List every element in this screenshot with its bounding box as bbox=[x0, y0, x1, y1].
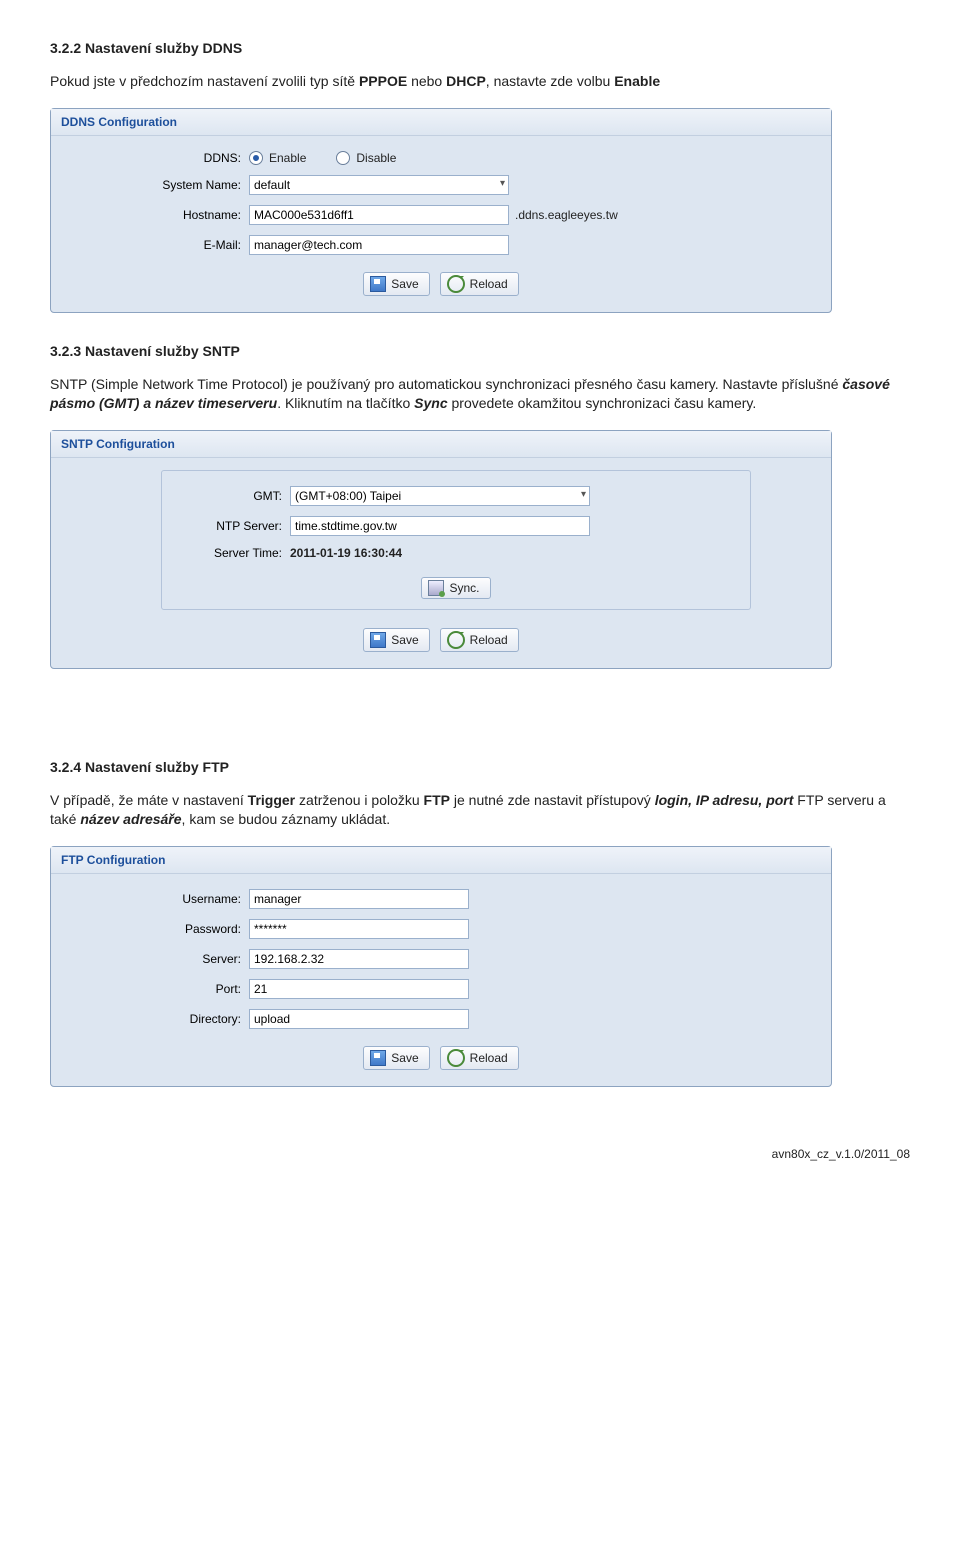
save-button[interactable]: Save bbox=[363, 1046, 429, 1070]
ddns-enable-radio-label: Enable bbox=[269, 151, 306, 165]
reload-button[interactable]: Reload bbox=[440, 628, 519, 652]
ddns-enable-radio[interactable] bbox=[249, 151, 263, 165]
reload-icon bbox=[447, 275, 465, 293]
sntp-intro-paragraph: SNTP (Simple Network Time Protocol) je p… bbox=[50, 375, 910, 414]
trigger-term: Trigger bbox=[248, 792, 295, 808]
dhcp-term: DHCP bbox=[446, 73, 486, 89]
save-icon bbox=[370, 632, 386, 648]
ddns-config-panel: DDNS Configuration DDNS: Enable Disable … bbox=[50, 108, 832, 313]
save-icon bbox=[370, 1050, 386, 1066]
ddns-intro-mid1: nebo bbox=[407, 73, 446, 89]
gmt-label: GMT: bbox=[162, 489, 290, 503]
ftp-p-end: , kam se budou záznamy ukládat. bbox=[182, 811, 391, 827]
save-button-label: Save bbox=[391, 633, 418, 647]
heading-sntp-section: 3.2.3 Nastavení služby SNTP bbox=[50, 343, 910, 359]
ftp-p-pre: V případě, že máte v nastavení bbox=[50, 792, 248, 808]
system-name-label: System Name: bbox=[51, 178, 249, 192]
ntp-server-label: NTP Server: bbox=[162, 519, 290, 533]
save-button-label: Save bbox=[391, 277, 418, 291]
ddns-intro-pre: Pokud jste v předchozím nastavení zvolil… bbox=[50, 73, 359, 89]
directory-input[interactable] bbox=[249, 1009, 469, 1029]
save-button-label: Save bbox=[391, 1051, 418, 1065]
password-input[interactable] bbox=[249, 919, 469, 939]
email-input[interactable] bbox=[249, 235, 509, 255]
ddns-label: DDNS: bbox=[51, 151, 249, 165]
username-input[interactable] bbox=[249, 889, 469, 909]
sntp-panel-title: SNTP Configuration bbox=[51, 431, 831, 458]
hostname-label: Hostname: bbox=[51, 208, 249, 222]
directory-label: Directory: bbox=[51, 1012, 249, 1026]
username-label: Username: bbox=[51, 892, 249, 906]
hostname-suffix: .ddns.eagleeyes.tw bbox=[515, 208, 618, 222]
gmt-combo[interactable] bbox=[290, 486, 590, 506]
ddns-intro-mid2: , nastavte zde volbu bbox=[486, 73, 614, 89]
server-time-value: 2011-01-19 16:30:44 bbox=[290, 546, 402, 560]
sync-term: Sync bbox=[414, 395, 447, 411]
sntp-p1-after: . Kliknutím na tlačítko bbox=[277, 395, 414, 411]
sntp-p1: SNTP (Simple Network Time Protocol) je p… bbox=[50, 376, 842, 392]
reload-button-label: Reload bbox=[470, 1051, 508, 1065]
sync-button[interactable]: Sync. bbox=[421, 577, 490, 599]
save-icon bbox=[370, 276, 386, 292]
reload-button-label: Reload bbox=[470, 633, 508, 647]
reload-button-label: Reload bbox=[470, 277, 508, 291]
sntp-inner-box: GMT: ▾ NTP Server: Server Time: 2011-01-… bbox=[161, 470, 751, 610]
system-name-combo[interactable] bbox=[249, 175, 509, 195]
enable-term: Enable bbox=[614, 73, 660, 89]
password-label: Password: bbox=[51, 922, 249, 936]
ddns-disable-radio-label: Disable bbox=[356, 151, 396, 165]
ftp-p-mid2: je nutné zde nastavit přístupový bbox=[450, 792, 655, 808]
server-time-label: Server Time: bbox=[162, 546, 290, 560]
ftp-p-mid1: zatrženou i položku bbox=[295, 792, 423, 808]
login-term: login, IP adresu, port bbox=[655, 792, 794, 808]
pppoe-term: PPPOE bbox=[359, 73, 407, 89]
sntp-p1-end: provedete okamžitou synchronizaci času k… bbox=[448, 395, 757, 411]
port-input[interactable] bbox=[249, 979, 469, 999]
email-label: E-Mail: bbox=[51, 238, 249, 252]
reload-icon bbox=[447, 1049, 465, 1067]
hostname-input[interactable] bbox=[249, 205, 509, 225]
heading-ddns-section: 3.2.2 Nastavení služby DDNS bbox=[50, 40, 910, 56]
sync-icon bbox=[428, 580, 444, 596]
dir-term: název adresáře bbox=[80, 811, 181, 827]
sntp-config-panel: SNTP Configuration GMT: ▾ NTP Server: Se… bbox=[50, 430, 832, 669]
page-footer: avn80x_cz_v.1.0/2011_08 bbox=[50, 1147, 910, 1161]
ftp-term: FTP bbox=[424, 792, 450, 808]
ftp-config-panel: FTP Configuration Username: Password: Se… bbox=[50, 846, 832, 1087]
reload-button[interactable]: Reload bbox=[440, 272, 519, 296]
ftp-panel-title: FTP Configuration bbox=[51, 847, 831, 874]
server-label: Server: bbox=[51, 952, 249, 966]
port-label: Port: bbox=[51, 982, 249, 996]
ddns-disable-radio[interactable] bbox=[336, 151, 350, 165]
heading-ftp-section: 3.2.4 Nastavení služby FTP bbox=[50, 759, 910, 775]
ntp-server-input[interactable] bbox=[290, 516, 590, 536]
ddns-panel-title: DDNS Configuration bbox=[51, 109, 831, 136]
save-button[interactable]: Save bbox=[363, 628, 429, 652]
reload-icon bbox=[447, 631, 465, 649]
server-input[interactable] bbox=[249, 949, 469, 969]
reload-button[interactable]: Reload bbox=[440, 1046, 519, 1070]
ddns-intro-paragraph: Pokud jste v předchozím nastavení zvolil… bbox=[50, 72, 910, 92]
ftp-intro-paragraph: V případě, že máte v nastavení Trigger z… bbox=[50, 791, 910, 830]
sync-button-label: Sync. bbox=[449, 581, 479, 595]
save-button[interactable]: Save bbox=[363, 272, 429, 296]
